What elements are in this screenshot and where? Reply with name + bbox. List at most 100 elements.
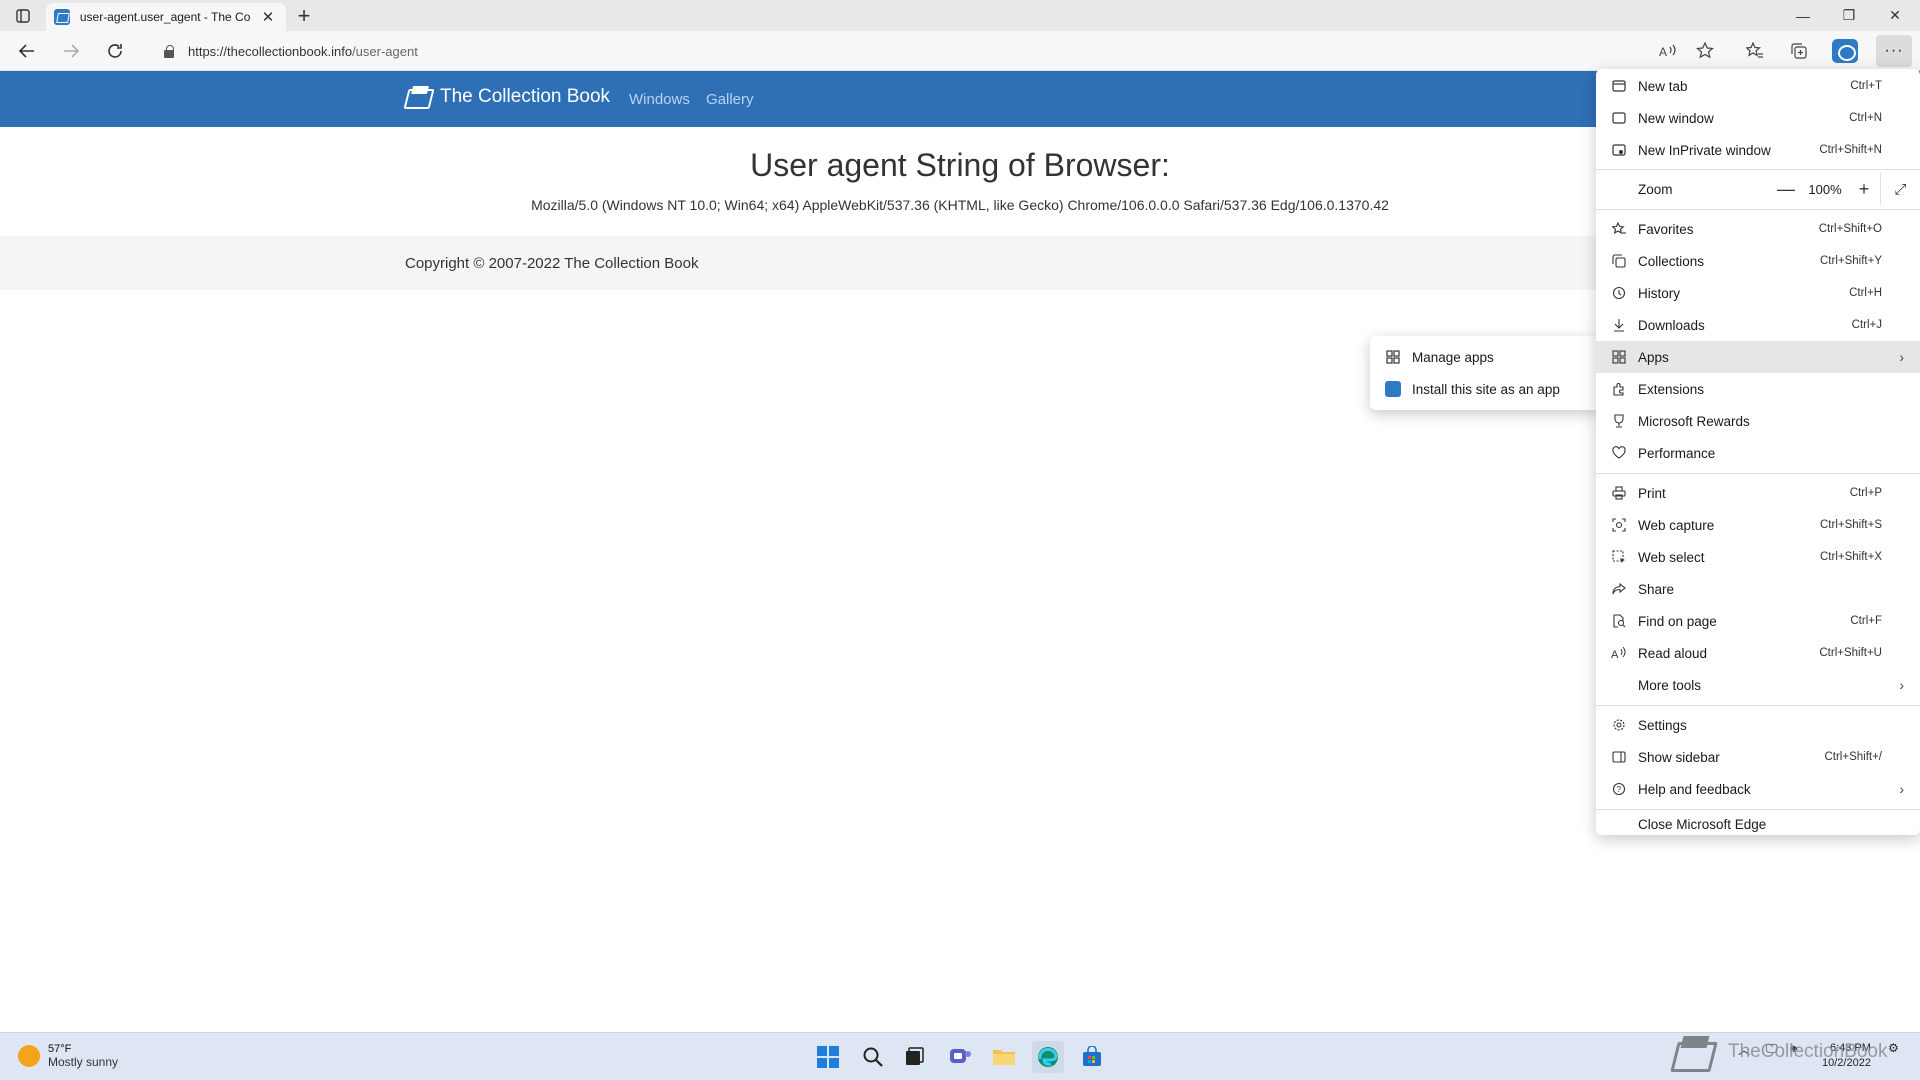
help-icon: ? xyxy=(1610,780,1628,798)
menu-item-help-and-feedback[interactable]: ? Help and feedback › xyxy=(1596,773,1920,805)
menu-item-new-tab[interactable]: New tab Ctrl+T xyxy=(1596,70,1920,102)
menu-item-new-inprivate-window[interactable]: New InPrivate window Ctrl+Shift+N xyxy=(1596,134,1920,166)
apps-submenu: Manage apps Install this site as an app xyxy=(1370,336,1600,410)
weather-temperature: 57°F xyxy=(48,1043,72,1055)
menu-label: New tab xyxy=(1638,78,1688,94)
chevron-right-icon: › xyxy=(1899,677,1904,693)
profile-avatar-icon[interactable] xyxy=(1832,39,1858,63)
menu-divider xyxy=(1596,473,1920,474)
menu-label: Settings xyxy=(1638,717,1687,733)
menu-label: New window xyxy=(1638,110,1714,126)
menu-shortcut: Ctrl+Shift+Y xyxy=(1820,255,1882,267)
menu-item-new-window[interactable]: New window Ctrl+N xyxy=(1596,102,1920,134)
manage-apps-item[interactable]: Manage apps xyxy=(1370,341,1600,373)
close-window-button[interactable]: ✕ xyxy=(1872,0,1918,31)
nav-link-windows[interactable]: Windows xyxy=(629,91,690,108)
weather-widget[interactable]: 57°F Mostly sunny xyxy=(18,1043,118,1069)
teams-chat-icon[interactable] xyxy=(944,1041,976,1073)
collections-icon[interactable] xyxy=(1784,37,1814,65)
share-icon xyxy=(1610,580,1628,598)
menu-item-extensions[interactable]: Extensions xyxy=(1596,373,1920,405)
menu-shortcut: Ctrl+H xyxy=(1849,287,1882,299)
menu-item-downloads[interactable]: Downloads Ctrl+J xyxy=(1596,309,1920,341)
sun-icon xyxy=(18,1045,40,1067)
performance-heart-icon xyxy=(1610,444,1628,462)
collections-icon xyxy=(1610,252,1628,270)
search-icon[interactable] xyxy=(857,1041,889,1073)
menu-item-apps[interactable]: Apps › xyxy=(1596,341,1920,373)
menu-label: Performance xyxy=(1638,445,1716,461)
inprivate-icon xyxy=(1610,141,1628,159)
zoom-in-button[interactable]: + xyxy=(1848,173,1880,205)
menu-item-print[interactable]: Print Ctrl+P xyxy=(1596,477,1920,509)
web-capture-icon xyxy=(1610,516,1628,534)
notification-icon[interactable]: ⚙ xyxy=(1888,1041,1899,1055)
menu-label: Show sidebar xyxy=(1638,749,1720,765)
book-logo-icon xyxy=(404,84,432,110)
url-field[interactable]: https://thecollectionbook.info/user-agen… xyxy=(152,36,1672,66)
back-button[interactable] xyxy=(12,37,42,65)
copyright-text: Copyright © 2007-2022 The Collection Boo… xyxy=(405,255,699,272)
microsoft-store-icon[interactable] xyxy=(1076,1041,1108,1073)
menu-label: Print xyxy=(1638,485,1666,501)
file-explorer-icon[interactable] xyxy=(988,1041,1020,1073)
menu-item-settings[interactable]: Settings xyxy=(1596,709,1920,741)
tab-actions-icon[interactable] xyxy=(10,6,36,26)
new-tab-button[interactable]: + xyxy=(292,3,316,28)
menu-divider xyxy=(1596,209,1920,210)
menu-label: More tools xyxy=(1638,677,1702,693)
browser-tab[interactable]: user-agent.user_agent - The Coll ✕ xyxy=(46,3,286,31)
watermark: TheCollectionBook xyxy=(1668,1030,1887,1074)
settings-and-more-button[interactable]: ··· xyxy=(1876,35,1912,67)
menu-label: Close Microsoft Edge xyxy=(1638,816,1767,832)
read-aloud-icon[interactable]: A xyxy=(1653,37,1683,65)
start-button[interactable] xyxy=(812,1041,844,1073)
menu-label: Collections xyxy=(1638,253,1705,269)
menu-item-collections[interactable]: Collections Ctrl+Shift+Y xyxy=(1596,245,1920,277)
tab-close-icon[interactable]: ✕ xyxy=(258,7,278,27)
menu-label: Zoom xyxy=(1638,181,1673,197)
menu-label: Web capture xyxy=(1638,517,1715,533)
menu-divider xyxy=(1596,705,1920,706)
menu-item-find-on-page[interactable]: Find on page Ctrl+F xyxy=(1596,605,1920,637)
chevron-right-icon: › xyxy=(1899,781,1904,797)
menu-shortcut: Ctrl+Shift+N xyxy=(1819,144,1882,156)
fullscreen-icon[interactable]: ⤢ xyxy=(1880,173,1920,205)
menu-item-web-capture[interactable]: Web capture Ctrl+Shift+S xyxy=(1596,509,1920,541)
menu-item-read-aloud[interactable]: A Read aloud Ctrl+Shift+U xyxy=(1596,637,1920,669)
apps-grid-icon xyxy=(1610,348,1628,366)
menu-item-microsoft-rewards[interactable]: Microsoft Rewards xyxy=(1596,405,1920,437)
menu-label: Share xyxy=(1638,581,1675,597)
find-icon xyxy=(1610,612,1628,630)
minimize-button[interactable]: — xyxy=(1780,0,1826,31)
add-favorite-icon[interactable] xyxy=(1690,37,1720,65)
menu-item-history[interactable]: History Ctrl+H xyxy=(1596,277,1920,309)
zoom-out-button[interactable]: — xyxy=(1770,173,1802,205)
menu-item-more-tools[interactable]: More tools › xyxy=(1596,669,1920,701)
brand-name: The Collection Book xyxy=(440,86,611,107)
favorites-icon[interactable] xyxy=(1740,37,1770,65)
menu-item-zoom: Zoom — 100% + ⤢ xyxy=(1596,173,1920,205)
menu-label: Favorites xyxy=(1638,221,1694,237)
edge-browser-icon[interactable] xyxy=(1032,1041,1064,1073)
svg-text:A: A xyxy=(1659,45,1667,59)
menu-item-web-select[interactable]: Web select Ctrl+Shift+X xyxy=(1596,541,1920,573)
chevron-right-icon: › xyxy=(1899,349,1904,365)
menu-item-favorites[interactable]: Favorites Ctrl+Shift+O xyxy=(1596,213,1920,245)
menu-shortcut: Ctrl+Shift+O xyxy=(1818,223,1882,235)
forward-button[interactable] xyxy=(56,37,86,65)
refresh-button[interactable] xyxy=(100,37,130,65)
menu-item-show-sidebar[interactable]: Show sidebar Ctrl+Shift+/ xyxy=(1596,741,1920,773)
taskbar: 57°F Mostly sunny ︿ 🖵 🕪 6:43 PM 10/2/202… xyxy=(0,1032,1920,1080)
zoom-level: 100% xyxy=(1808,181,1842,197)
menu-item-close-edge[interactable]: Close Microsoft Edge xyxy=(1596,813,1920,835)
menu-item-performance[interactable]: Performance xyxy=(1596,437,1920,469)
menu-item-share[interactable]: Share xyxy=(1596,573,1920,605)
install-site-as-app-item[interactable]: Install this site as an app xyxy=(1370,373,1600,405)
maximize-button[interactable]: ❐ xyxy=(1826,0,1872,31)
task-view-icon[interactable] xyxy=(898,1041,930,1073)
menu-shortcut: Ctrl+F xyxy=(1850,615,1882,627)
nav-link-gallery[interactable]: Gallery xyxy=(706,91,754,108)
new-window-icon xyxy=(1610,109,1628,127)
site-brand-link[interactable]: The Collection Book xyxy=(404,84,610,110)
